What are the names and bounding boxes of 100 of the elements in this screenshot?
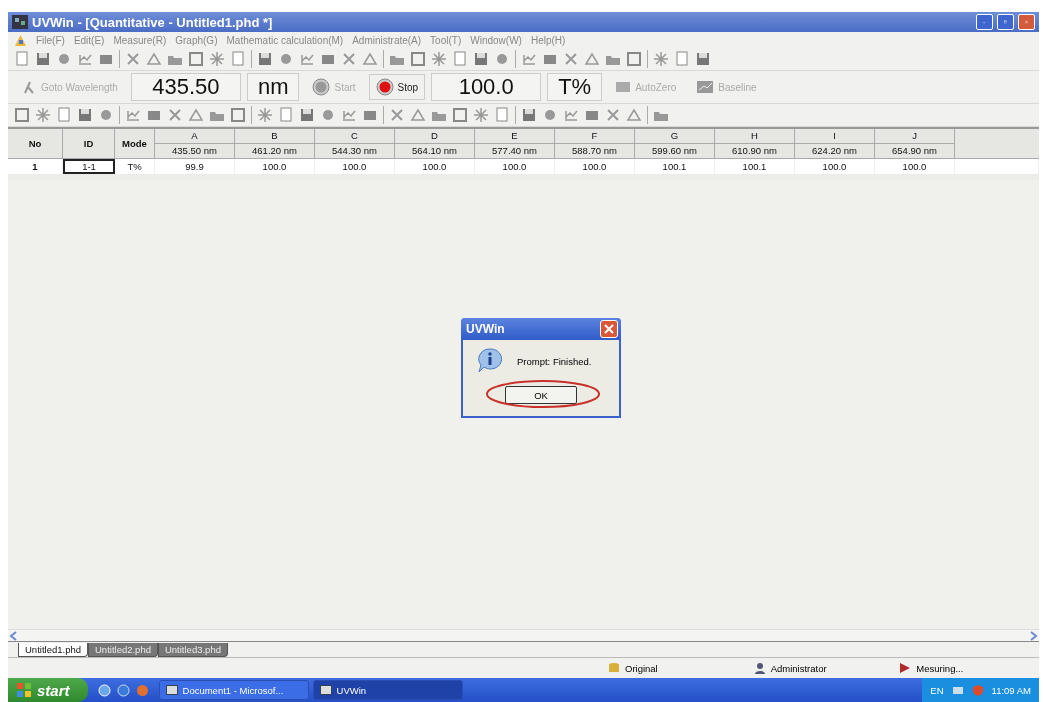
table-cell: 100.0 <box>475 159 555 174</box>
menu-item[interactable]: Measure(R) <box>113 34 167 46</box>
wavelength-header: 610.90 nm <box>715 144 795 159</box>
restore-icon <box>1004 17 1007 27</box>
language-indicator[interactable]: EN <box>930 684 944 696</box>
start-button[interactable]: start <box>8 678 88 702</box>
table-cell: 100.1 <box>715 159 795 174</box>
menu-item[interactable]: Graph(G) <box>175 34 218 46</box>
toolbar-icon <box>473 107 489 123</box>
windows-logo-icon <box>16 682 32 698</box>
close-button[interactable] <box>1018 14 1035 30</box>
wavelength-header: 564.10 nm <box>395 144 475 159</box>
table-cell: 100.1 <box>635 159 715 174</box>
table-cell: 100.0 <box>315 159 395 174</box>
chart-icon <box>696 80 715 94</box>
app-logo-icon <box>12 15 28 29</box>
record-icon <box>375 78 394 96</box>
taskbar-button[interactable]: Document1 - Microsof... <box>158 680 309 700</box>
toolbar-icon <box>230 51 246 67</box>
toolbar-icon <box>14 107 30 123</box>
toolbar-icon <box>14 51 30 67</box>
column-header: J <box>875 129 955 144</box>
close-icon <box>604 324 614 334</box>
column-header: F <box>555 129 635 144</box>
unit-label: T% <box>547 73 603 101</box>
restore-button[interactable] <box>997 14 1014 30</box>
status-text: Mesuring... <box>916 662 964 674</box>
table-cell: 100.0 <box>795 159 875 174</box>
toolbar-icon <box>431 51 447 67</box>
wavelength-header: 588.70 nm <box>555 144 635 159</box>
taskbar-button[interactable]: UVWin <box>312 680 463 700</box>
column-header: D <box>395 129 475 144</box>
column-header: B <box>235 129 315 144</box>
document-tab[interactable]: Untitled1.phd <box>18 643 88 657</box>
table-cell: 100.0 <box>555 159 635 174</box>
toolbar-icon <box>410 51 426 67</box>
table-cell: 99.9 <box>155 159 235 174</box>
toolbar-icon <box>452 107 468 123</box>
toolbar-icon <box>257 107 273 123</box>
toolbar-icon <box>584 51 600 67</box>
database-icon <box>608 662 620 674</box>
wavelength-field[interactable]: 435.50 <box>130 73 241 101</box>
menu-item[interactable]: File(F) <box>36 34 65 46</box>
menu-item[interactable]: Administrate(A) <box>352 34 422 46</box>
toolbar-icon <box>674 51 690 67</box>
menu-item[interactable]: Mathematic calculation(M) <box>226 34 344 46</box>
unit-label: nm <box>246 73 300 101</box>
id-cell[interactable]: 1-1 <box>63 159 115 174</box>
app-logo-icon <box>14 33 27 47</box>
status-text: Administrator <box>770 662 827 674</box>
toolbar-icon <box>494 51 510 67</box>
toolbar-icon <box>452 51 468 67</box>
column-header: No <box>8 129 63 159</box>
record-icon <box>312 78 331 96</box>
ok-button[interactable]: OK <box>505 386 577 404</box>
toolbar-icon <box>521 107 537 123</box>
document-tab[interactable]: Untitled2.phd <box>88 643 158 657</box>
close-button[interactable] <box>600 320 618 338</box>
reading-display: 100.0 <box>431 73 542 101</box>
toolbar-icon <box>146 51 162 67</box>
column-header: E <box>475 129 555 144</box>
wavelength-header: 435.50 nm <box>155 144 235 159</box>
menu-item[interactable]: Window(W) <box>470 34 522 46</box>
menu-item[interactable]: Edit(E) <box>73 34 105 46</box>
toolbar-icon <box>563 51 579 67</box>
toolbar-icon <box>77 107 93 123</box>
wavelength-header: 544.30 nm <box>315 144 395 159</box>
status-text: Original <box>625 662 658 674</box>
toolbar-icon <box>167 107 183 123</box>
table-cell: 100.0 <box>235 159 315 174</box>
column-header: G <box>635 129 715 144</box>
column-header: ID <box>63 129 115 159</box>
toolbar-icon <box>626 107 642 123</box>
toolbar-icon <box>605 107 621 123</box>
toolbar-icon <box>56 107 72 123</box>
minimize-button[interactable] <box>976 14 993 30</box>
column-header: Mode <box>115 129 155 159</box>
toolbar-icon <box>494 107 510 123</box>
menu-item[interactable]: Help(H) <box>530 34 566 46</box>
column-header: I <box>795 129 875 144</box>
toolbar-icon <box>341 51 357 67</box>
toolbar-icon <box>299 107 315 123</box>
toolbar-icon <box>56 51 72 67</box>
dialog-message: Prompt: Finished. <box>517 355 592 367</box>
toolbar-icon <box>542 107 558 123</box>
toolbar-icon <box>188 107 204 123</box>
document-tab[interactable]: Untitled3.phd <box>157 643 228 657</box>
shield-icon <box>971 684 984 696</box>
toolbar-icon <box>278 107 294 123</box>
toolbar-icon <box>653 51 669 67</box>
user-icon <box>753 662 766 674</box>
toolbar-icon <box>626 51 642 67</box>
wavelength-header: 599.60 nm <box>635 144 715 159</box>
menu-item[interactable]: Tool(T) <box>430 34 462 46</box>
toolbar-icon <box>125 51 141 67</box>
stop-button[interactable]: Stop <box>368 74 426 100</box>
clock-text: 11:09 AM <box>991 684 1031 696</box>
toolbar-icon <box>209 51 225 67</box>
wavelength-header: 624.20 nm <box>795 144 875 159</box>
toolbar-icon <box>695 51 711 67</box>
